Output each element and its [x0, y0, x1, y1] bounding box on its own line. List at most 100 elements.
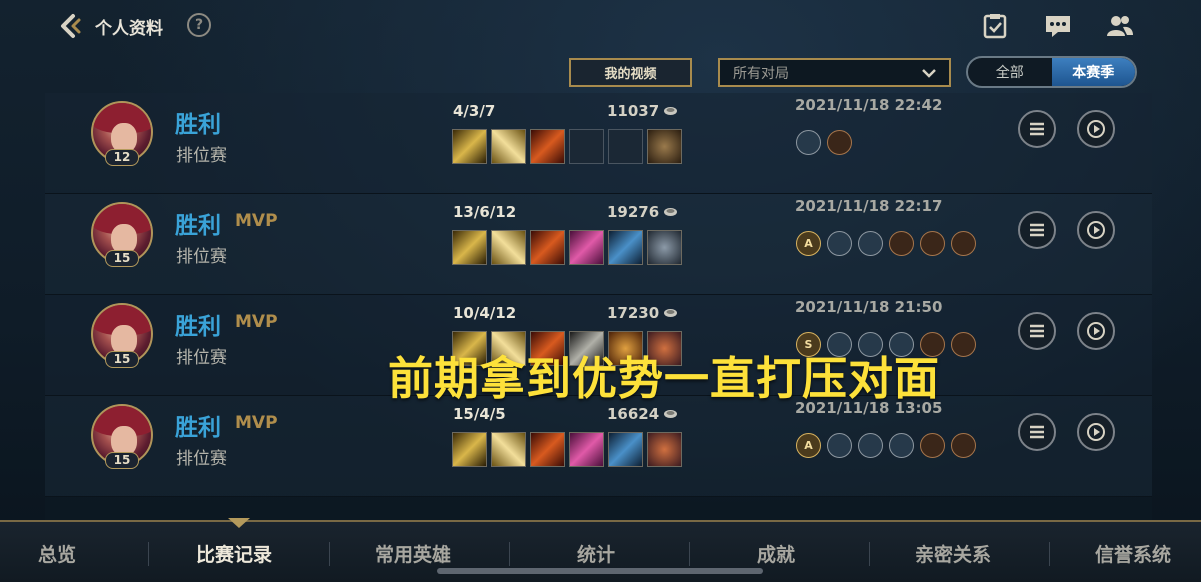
achievement-badge-icon: [889, 231, 914, 256]
tab-match-history[interactable]: 比赛记录: [196, 540, 272, 567]
achievement-badge-icon: [951, 433, 976, 458]
gold-amount: 19276: [607, 203, 660, 221]
achievement-badge-icon: A: [796, 433, 821, 458]
season-toggle[interactable]: 全部 本赛季: [966, 56, 1137, 88]
gold-amount: 16624: [607, 405, 660, 423]
match-result: 胜利: [175, 415, 221, 441]
match-mode: 排位赛: [176, 247, 227, 267]
kda: 13/6/12: [453, 203, 517, 221]
badge-list: A: [796, 433, 976, 458]
match-detail-button[interactable]: [1018, 312, 1056, 350]
item-icon: [452, 432, 487, 467]
achievement-badge-icon: [796, 130, 821, 155]
gold-icon: [664, 410, 677, 418]
replay-icon: [1087, 322, 1105, 340]
boots-icon: [647, 129, 682, 164]
empty-item-slot: [608, 129, 643, 164]
kda: 4/3/7: [453, 102, 496, 120]
match-date: 2021/11/18 22:42: [795, 96, 943, 114]
mvp-label: MVP: [235, 413, 278, 433]
tab-all[interactable]: 全部: [968, 58, 1052, 86]
match-replay-button[interactable]: [1077, 413, 1115, 451]
message-icon[interactable]: [1044, 13, 1072, 39]
tab-season[interactable]: 本赛季: [1051, 58, 1135, 86]
item-slots: [452, 129, 682, 164]
replay-icon: [1087, 221, 1105, 239]
achievement-badge-icon: [889, 433, 914, 458]
item-icon: [569, 432, 604, 467]
tab-honor-system[interactable]: 信誉系统: [1095, 540, 1171, 567]
hero-level: 15: [105, 452, 139, 469]
match-result: 胜利: [175, 213, 221, 239]
replay-icon: [1087, 120, 1105, 138]
match-replay-button[interactable]: [1077, 110, 1115, 148]
item-icon: [569, 230, 604, 265]
chevron-down-icon: [922, 69, 936, 78]
achievement-badge-icon: [951, 332, 976, 357]
task-icon[interactable]: [981, 13, 1009, 39]
match-detail-button[interactable]: [1018, 110, 1056, 148]
active-tab-marker-icon: [228, 518, 250, 528]
header-bar: 个人资料 ?: [0, 0, 1201, 52]
back-icon[interactable]: [56, 12, 84, 40]
item-icon: [647, 432, 682, 467]
item-slots: [452, 230, 682, 265]
tab-overview[interactable]: 总览: [38, 540, 76, 567]
tab-achievements[interactable]: 成就: [757, 540, 795, 567]
bottom-nav: 总览 比赛记录 常用英雄 统计 成就 亲密关系 信誉系统: [0, 518, 1201, 582]
gold-icon: [664, 208, 677, 216]
home-indicator[interactable]: [437, 568, 763, 574]
hero-level: 15: [105, 250, 139, 267]
hero-level: 15: [105, 351, 139, 368]
achievement-badge-icon: [827, 231, 852, 256]
item-icon: [530, 432, 565, 467]
achievement-badge-icon: [951, 231, 976, 256]
mvp-label: MVP: [235, 312, 278, 332]
kda: 15/4/5: [453, 405, 506, 423]
kda: 10/4/12: [453, 304, 517, 322]
item-icon: [647, 230, 682, 265]
gold-icon: [664, 309, 677, 317]
achievement-badge-icon: [920, 231, 945, 256]
item-icon: [608, 432, 643, 467]
tab-common-heroes[interactable]: 常用英雄: [375, 540, 451, 567]
match-detail-button[interactable]: [1018, 211, 1056, 249]
achievement-badge-icon: [827, 130, 852, 155]
match-mode: 排位赛: [176, 449, 227, 469]
match-mode: 排位赛: [176, 348, 227, 368]
tab-statistics[interactable]: 统计: [577, 540, 615, 567]
match-detail-button[interactable]: [1018, 413, 1056, 451]
match-row[interactable]: 12 胜利 排位赛 4/3/7 11037 2021/11/18 22:42: [45, 93, 1152, 194]
item-icon: [491, 432, 526, 467]
gold-amount: 11037: [607, 102, 660, 120]
replay-icon: [1087, 423, 1105, 441]
friends-icon[interactable]: [1106, 13, 1134, 39]
list-icon: [1030, 425, 1044, 439]
match-list[interactable]: 12 胜利 排位赛 4/3/7 11037 2021/11/18 22:42 1…: [45, 93, 1152, 537]
hero-level: 12: [105, 149, 139, 166]
match-filter-select[interactable]: 所有对局: [718, 58, 951, 87]
gold-amount: 17230: [607, 304, 660, 322]
match-row[interactable]: 15 胜利 MVP 排位赛 13/6/12 19276 2021/11/18 2…: [45, 194, 1152, 295]
match-replay-button[interactable]: [1077, 211, 1115, 249]
item-icon: [608, 230, 643, 265]
item-icon: [530, 230, 565, 265]
match-row[interactable]: 15 胜利 MVP 排位赛 15/4/5 16624 2021/11/18 13…: [45, 396, 1152, 497]
help-icon[interactable]: ?: [187, 13, 211, 37]
match-date: 2021/11/18 22:17: [795, 197, 943, 215]
achievement-badge-icon: [858, 231, 883, 256]
list-icon: [1030, 223, 1044, 237]
match-replay-button[interactable]: [1077, 312, 1115, 350]
item-icon: [530, 129, 565, 164]
tab-relationships[interactable]: 亲密关系: [915, 540, 991, 567]
match-result: 胜利: [175, 112, 221, 138]
achievement-badge-icon: A: [796, 231, 821, 256]
item-slots: [452, 432, 682, 467]
list-icon: [1030, 122, 1044, 136]
mvp-label: MVP: [235, 211, 278, 231]
page-title: 个人资料: [95, 19, 163, 39]
filter-value: 所有对局: [733, 65, 789, 82]
item-icon: [452, 129, 487, 164]
achievement-badge-icon: [827, 433, 852, 458]
my-video-button[interactable]: 我的视频: [569, 58, 692, 87]
